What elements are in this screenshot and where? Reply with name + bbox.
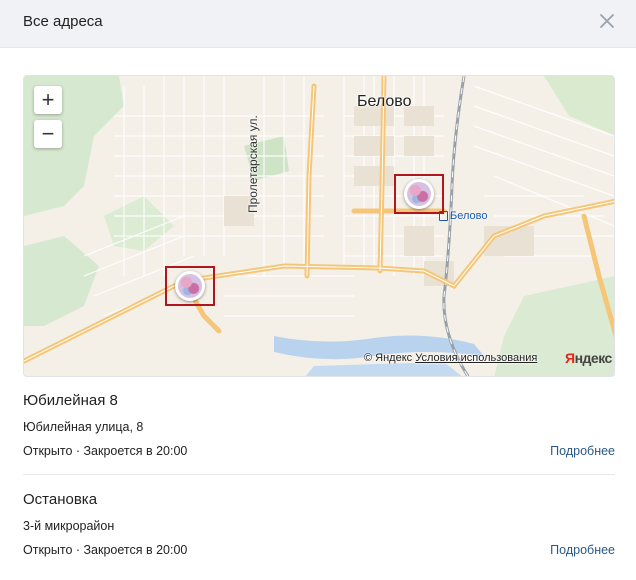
address-name: Остановка — [23, 491, 98, 508]
zoom-out-button[interactable]: − — [34, 120, 62, 148]
opening-status: Открыто · Закроется в 20:00 — [23, 543, 188, 557]
zoom-in-icon: + — [41, 87, 55, 112]
map-widget[interactable]: + − Белово Пролетарская ул. Белово © Янд… — [23, 75, 615, 377]
details-link[interactable]: Подробнее — [550, 444, 615, 458]
address-line: 3-й микрорайон — [23, 519, 115, 533]
close-icon[interactable] — [596, 10, 618, 32]
modal-header: Все адреса — [0, 0, 636, 48]
map-copyright: © Яндекс — [364, 352, 413, 364]
map-pin-ostanovka[interactable] — [165, 266, 215, 306]
zoom-in-button[interactable]: + — [34, 86, 62, 114]
pin-avatar-icon — [404, 179, 434, 209]
details-link[interactable]: Подробнее — [550, 543, 615, 557]
pin-avatar-icon — [175, 271, 205, 301]
map-street-label: Пролетарская ул. — [246, 115, 260, 213]
divider — [23, 474, 615, 475]
map-attribution: © Яндекс Условия использования — [364, 352, 537, 364]
map-pin-jubileinaya[interactable] — [394, 174, 444, 214]
map-background — [24, 76, 614, 376]
address-name: Юбилейная 8 — [23, 392, 118, 409]
opening-status: Открыто · Закроется в 20:00 — [23, 444, 188, 458]
map-city-label: Белово — [357, 93, 412, 110]
yandex-logo[interactable]: Яндекс — [565, 350, 612, 366]
map-station-label[interactable]: Белово — [439, 210, 487, 222]
station-name: Белово — [450, 210, 488, 222]
zoom-out-icon: − — [41, 121, 55, 146]
map-terms-link[interactable]: Условия использования — [415, 352, 537, 364]
address-line: Юбилейная улица, 8 — [23, 420, 144, 434]
modal-title: Все адреса — [23, 13, 103, 30]
